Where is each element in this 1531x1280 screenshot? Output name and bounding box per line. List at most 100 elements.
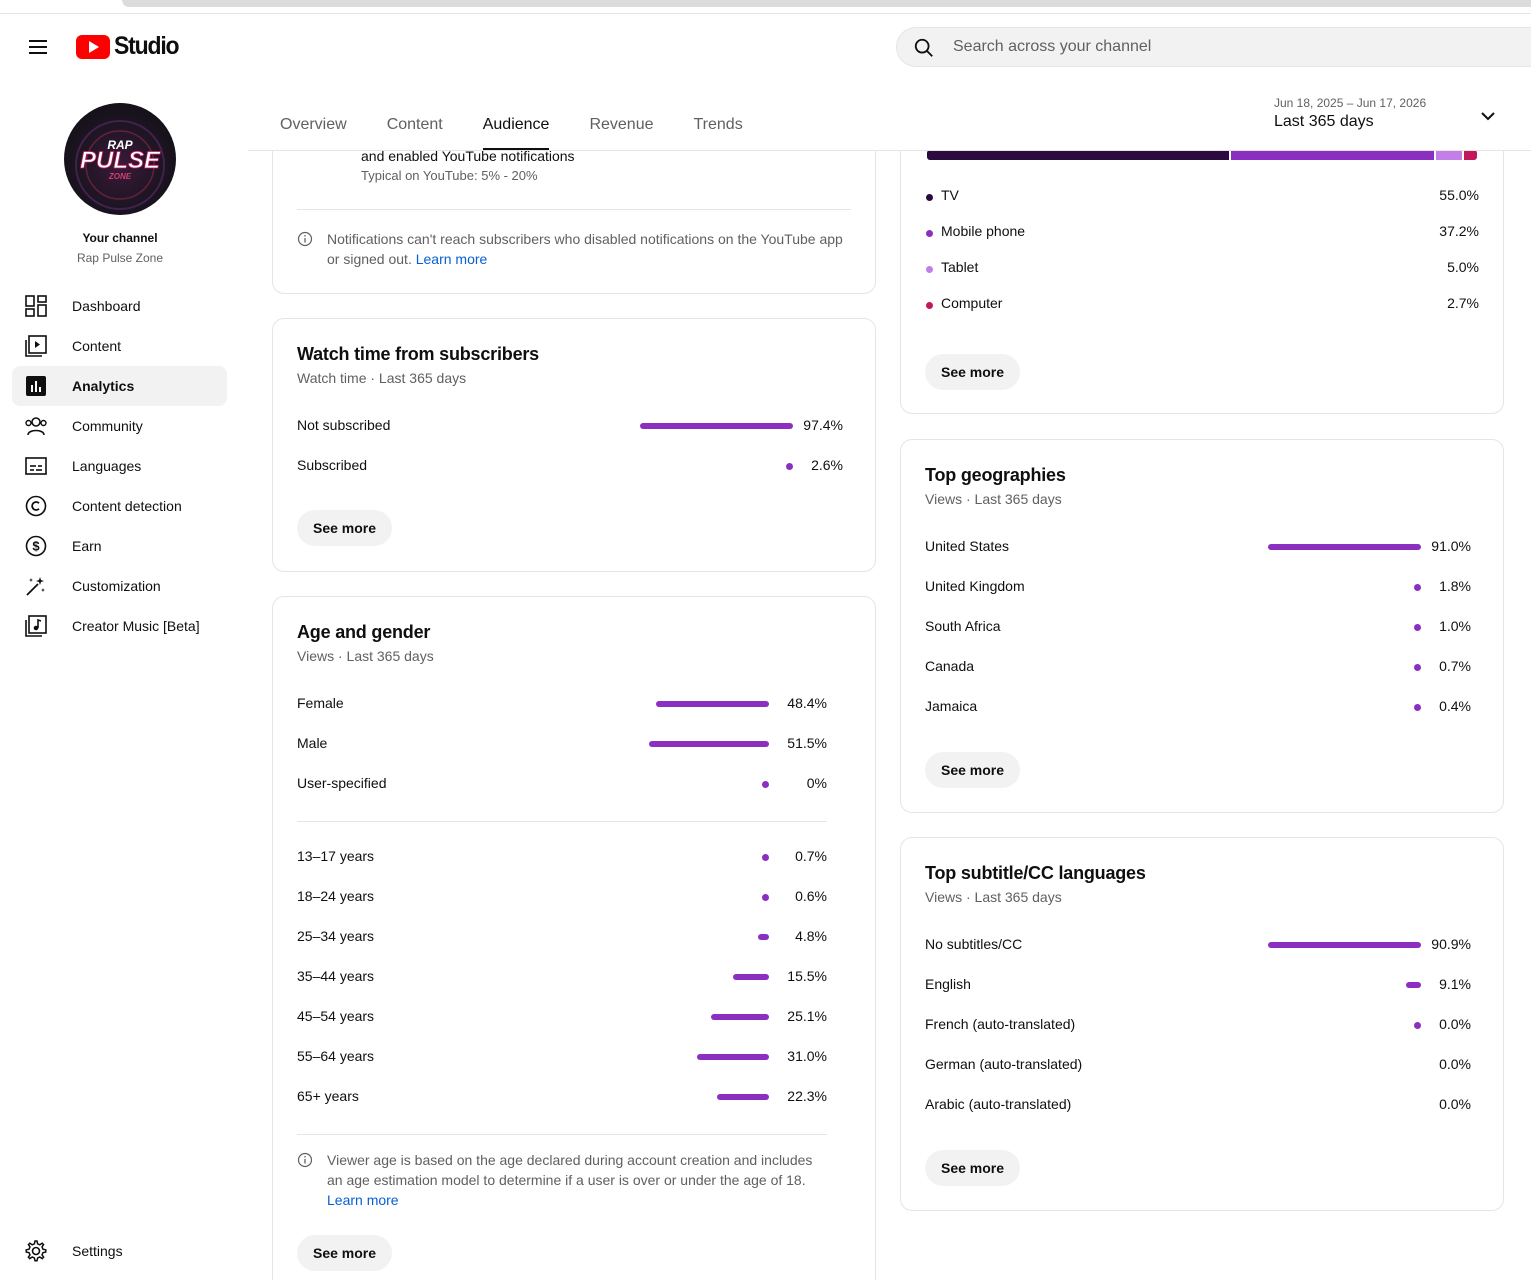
bar-mark [762, 854, 769, 861]
sidebar-item-dashboard[interactable]: Dashboard [12, 286, 227, 326]
bar-mark [1414, 1022, 1421, 1029]
sidebar-item-earn[interactable]: $ Earn [12, 526, 227, 566]
sidebar-item-content[interactable]: Content [12, 326, 227, 366]
bar-row: 55–64 years 31.0% [297, 1048, 827, 1068]
your-channel-label: Your channel [82, 231, 158, 245]
info-icon [297, 231, 313, 247]
row-value: 0.0% [1439, 1016, 1471, 1032]
notifications-card: and enabled YouTube notifications Typica… [272, 151, 876, 294]
bar-row: Jamaica 0.4% [925, 698, 1471, 718]
info-icon [297, 1152, 313, 1168]
dollar-icon: $ [24, 534, 48, 558]
card-title: Age and gender [297, 622, 431, 642]
row-label: Female [297, 695, 344, 711]
search-icon[interactable] [913, 37, 935, 59]
bar-row: English 9.1% [925, 976, 1471, 996]
tab-overview[interactable]: Overview [260, 100, 367, 150]
main-content[interactable]: and enabled YouTube notifications Typica… [248, 151, 1531, 1280]
sidebar-item-label: Settings [72, 1243, 123, 1259]
subtitle-languages-card: Top subtitle/CC languages Views · Last 3… [900, 837, 1504, 1211]
sidebar-item-label: Languages [72, 458, 142, 474]
see-more-button[interactable]: See more [925, 1150, 1021, 1186]
row-label: 65+ years [297, 1088, 359, 1104]
bar-mark [757, 934, 769, 940]
legend-label: TV [941, 187, 959, 203]
tab-content[interactable]: Content [367, 100, 463, 150]
row-label: Subscribed [297, 457, 368, 473]
analytics-tabs: Overview Content Audience Revenue Trends [260, 100, 763, 150]
row-label: English [925, 976, 971, 992]
see-more-button[interactable]: See more [297, 510, 393, 546]
svg-text:PULSE: PULSE [80, 147, 161, 174]
sidebar-item-creator-music[interactable]: Creator Music [Beta] [12, 606, 227, 646]
svg-text:$: $ [32, 539, 40, 554]
sidebar-item-languages[interactable]: Languages [12, 446, 227, 486]
youtube-play-icon [76, 34, 110, 59]
row-label: French (auto-translated) [925, 1016, 1076, 1032]
sidebar-item-customization[interactable]: Customization [12, 566, 227, 606]
bar-row: German (auto-translated) 0.0% [925, 1056, 1471, 1076]
legend-dot [926, 302, 933, 309]
date-range-label: Last 365 days [1274, 113, 1374, 130]
browser-address-bar[interactable] [122, 0, 1531, 7]
chevron-down-icon [1481, 112, 1495, 121]
watch-time-card: Watch time from subscribers Watch time ·… [272, 318, 876, 572]
device-bar-segment [927, 151, 1229, 160]
row-value: 0.7% [795, 848, 827, 864]
bar-mark [1414, 704, 1421, 711]
legend-value: 55.0% [1439, 187, 1479, 203]
community-icon [24, 414, 48, 438]
row-label: South Africa [925, 618, 1001, 634]
channel-avatar[interactable]: RAP PULSE ZONE [64, 103, 176, 215]
device-type-card: TV 55.0% Mobile phone 37.2% Tablet 5.0% Comput… [900, 151, 1504, 414]
row-label: United States [925, 538, 1010, 554]
row-label: 45–54 years [297, 1008, 375, 1024]
row-label: German (auto-translated) [925, 1056, 1083, 1072]
tab-revenue[interactable]: Revenue [569, 100, 673, 150]
card-subtitle: Views · Last 365 days [925, 491, 1062, 507]
tab-audience[interactable]: Audience [463, 100, 570, 150]
top-geographies-card: Top geographies Views · Last 365 days Un… [900, 439, 1504, 813]
bar-mark [1268, 942, 1421, 948]
row-value: 31.0% [787, 1048, 827, 1064]
tab-trends[interactable]: Trends [674, 100, 763, 150]
sidebar-item-label: Content detection [72, 498, 182, 514]
see-more-button[interactable]: See more [297, 1235, 393, 1271]
row-label: User-specified [297, 775, 387, 791]
copyright-icon [24, 494, 48, 518]
browser-tab-strip [0, 0, 1531, 14]
sidebar-item-content-detection[interactable]: Content detection [12, 486, 227, 526]
learn-more-link[interactable]: Learn more [416, 251, 488, 267]
see-more-button[interactable]: See more [925, 354, 1021, 390]
bar-row: United Kingdom 1.8% [925, 578, 1471, 598]
row-label: United Kingdom [925, 578, 1025, 594]
legend-dot [926, 194, 933, 201]
row-label: 25–34 years [297, 928, 375, 944]
svg-text:ZONE: ZONE [108, 172, 132, 181]
row-value: 0% [806, 775, 827, 791]
search-bar[interactable] [896, 27, 1531, 67]
legend-label: Mobile phone [941, 223, 1026, 239]
bar-mark [649, 741, 769, 747]
menu-icon[interactable] [24, 33, 52, 61]
search-input[interactable] [953, 28, 1513, 66]
date-range-picker[interactable]: Jun 18, 2025 – Jun 17, 2026 Last 365 day… [1274, 96, 1504, 140]
learn-more-link[interactable]: Learn more [327, 1192, 399, 1208]
bar-row: 45–54 years 25.1% [297, 1008, 827, 1028]
music-note-icon [24, 614, 48, 638]
sidebar-item-analytics[interactable]: Analytics [12, 366, 227, 406]
sidebar-item-settings[interactable]: Settings [12, 1231, 227, 1271]
row-label: Arabic (auto-translated) [925, 1096, 1072, 1112]
row-label: 13–17 years [297, 848, 375, 864]
languages-icon [24, 454, 48, 478]
studio-logo[interactable]: Studio [76, 32, 184, 61]
channel-name: Rap Pulse Zone [76, 251, 164, 265]
row-value: 9.1% [1439, 976, 1471, 992]
row-value: 22.3% [787, 1088, 827, 1104]
row-value: 0.0% [1439, 1056, 1471, 1072]
logo-text: Studio [114, 32, 180, 60]
sidebar-item-community[interactable]: Community [12, 406, 227, 446]
bar-mark [1414, 624, 1421, 631]
row-value: 0.0% [1439, 1096, 1471, 1112]
see-more-button[interactable]: See more [925, 752, 1021, 788]
